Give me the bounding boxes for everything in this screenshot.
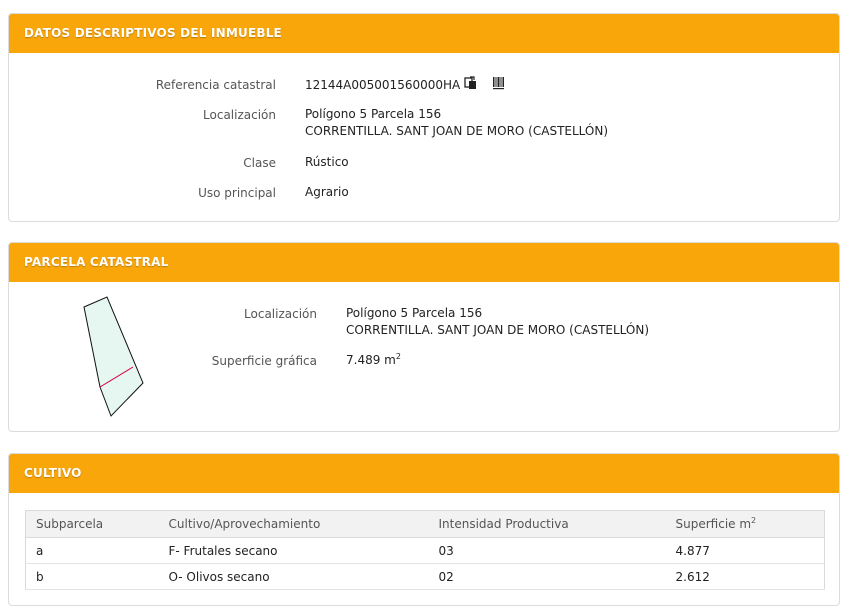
referencia-catastral-label: Referencia catastral [155, 78, 276, 92]
col-intensidad-header: Intensidad Productiva [428, 510, 666, 538]
parcela-catastral-panel: PARCELA CATASTRAL Localización Polígono … [8, 242, 840, 432]
localizacion-label: Localización [203, 108, 276, 122]
parcela-localizacion-line2: CORRENTILLA. SANT JOAN DE MORO (CASTELLÓ… [346, 323, 650, 337]
superficie-grafica-value: 7.489 m2 [346, 352, 401, 369]
superficie-grafica-number: 7.489 m [346, 353, 396, 367]
datos-descriptivos-panel: DATOS DESCRIPTIVOS DEL INMUEBLE Referenc… [8, 13, 840, 222]
cell-subparcela: a [25, 537, 159, 564]
clase-value: Rústico [305, 155, 349, 169]
col-superficie-header: Superficie m2 [665, 510, 825, 538]
cultivo-table-header-row: Subparcela Cultivo/Aprovechamiento Inten… [25, 510, 825, 538]
cultivo-header: CULTIVO [9, 454, 839, 493]
parcela-localizacion-line1: Polígono 5 Parcela 156 [346, 306, 483, 320]
col-cultivo-header: Cultivo/Aprovechamiento [158, 510, 429, 538]
superficie-grafica-exp: 2 [395, 352, 401, 361]
cell-superficie: 4.877 [665, 537, 825, 564]
cell-intensidad: 03 [428, 537, 666, 564]
clase-label: Clase [243, 156, 276, 170]
cell-subparcela: b [25, 563, 159, 590]
table-row: a F- Frutales secano 03 4.877 [25, 537, 825, 564]
table-row: b O- Olivos secano 02 2.612 [25, 563, 825, 590]
parcela-catastral-header: PARCELA CATASTRAL [9, 243, 839, 282]
col-superficie-header-text: Superficie m [675, 517, 752, 531]
cell-intensidad: 02 [428, 563, 666, 590]
uso-principal-value: Agrario [305, 185, 349, 199]
superficie-grafica-label: Superficie gráfica [211, 354, 317, 368]
parcela-localizacion-value: Polígono 5 Parcela 156 CORRENTILLA. SANT… [346, 305, 649, 339]
col-superficie-header-exp: 2 [751, 516, 757, 525]
cultivo-panel: CULTIVO Subparcela Cultivo/Aprovechamien… [8, 453, 840, 606]
referencia-catastral-value[interactable]: 12144A005001560000HA [305, 78, 460, 92]
uso-principal-label: Uso principal [198, 186, 276, 200]
localizacion-line2: CORRENTILLA. SANT JOAN DE MORO (CASTELLÓ… [305, 124, 609, 138]
cell-superficie: 2.612 [665, 563, 825, 590]
parcela-localizacion-label: Localización [244, 307, 317, 321]
datos-descriptivos-header: DATOS DESCRIPTIVOS DEL INMUEBLE [9, 14, 839, 53]
copy-icon[interactable] [464, 76, 478, 95]
cell-cultivo: F- Frutales secano [158, 537, 429, 564]
barcode-icon[interactable] [492, 76, 506, 95]
cell-cultivo: O- Olivos secano [158, 563, 429, 590]
col-subparcela-header: Subparcela [25, 510, 159, 538]
referencia-catastral-row: 12144A005001560000HA [305, 76, 506, 95]
cultivo-table: Subparcela Cultivo/Aprovechamiento Inten… [25, 510, 825, 590]
localizacion-value: Polígono 5 Parcela 156 CORRENTILLA. SANT… [305, 106, 608, 140]
localizacion-line1: Polígono 5 Parcela 156 [305, 107, 442, 121]
